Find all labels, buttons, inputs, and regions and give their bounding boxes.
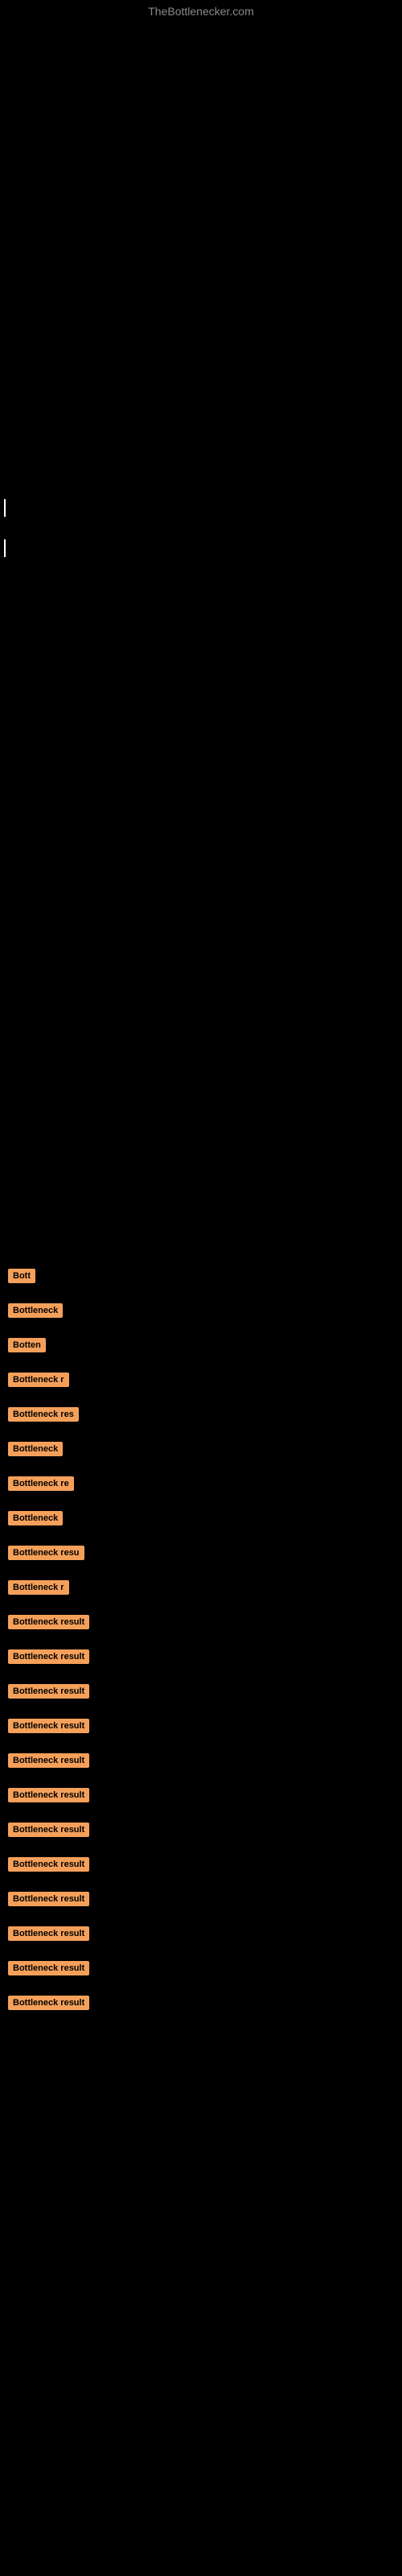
result-item-18: Bottleneck result [0, 1852, 402, 1880]
bottleneck-badge-20[interactable]: Bottleneck result [8, 1926, 89, 1941]
site-title: TheBottlenecker.com [148, 0, 254, 24]
bottleneck-badge-11[interactable]: Bottleneck result [8, 1615, 89, 1629]
result-item-9: Bottleneck resu [0, 1541, 402, 1569]
bottleneck-badge-21[interactable]: Bottleneck result [8, 1961, 89, 1975]
result-item-16: Bottleneck result [0, 1783, 402, 1811]
bottleneck-badge-7[interactable]: Bottleneck re [8, 1476, 74, 1491]
page-wrapper: TheBottlenecker.com Bott Bottleneck Bott… [0, 0, 402, 2058]
result-item-13: Bottleneck result [0, 1679, 402, 1707]
bottleneck-badge-17[interactable]: Bottleneck result [8, 1823, 89, 1837]
result-item-14: Bottleneck result [0, 1714, 402, 1742]
cursor-1 [4, 499, 6, 517]
result-item-10: Bottleneck r [0, 1575, 402, 1604]
main-black-area [0, 24, 402, 1264]
result-item-11: Bottleneck result [0, 1610, 402, 1638]
bottleneck-badge-13[interactable]: Bottleneck result [8, 1684, 89, 1699]
result-item-6: Bottleneck [0, 1437, 402, 1465]
header: TheBottlenecker.com [0, 0, 402, 24]
bottleneck-badge-19[interactable]: Bottleneck result [8, 1892, 89, 1906]
results-section: Bott Bottleneck Botten Bottleneck r Bott… [0, 1264, 402, 2058]
bottleneck-badge-15[interactable]: Bottleneck result [8, 1753, 89, 1768]
bottleneck-badge-10[interactable]: Bottleneck r [8, 1580, 69, 1595]
result-item-22: Bottleneck result [0, 1991, 402, 2019]
bottleneck-badge-2[interactable]: Bottleneck [8, 1303, 63, 1318]
result-item-21: Bottleneck result [0, 1956, 402, 1984]
bottleneck-badge-9[interactable]: Bottleneck resu [8, 1546, 84, 1560]
bottleneck-badge-22[interactable]: Bottleneck result [8, 1996, 89, 2010]
bottleneck-badge-16[interactable]: Bottleneck result [8, 1788, 89, 1802]
result-item-12: Bottleneck result [0, 1645, 402, 1673]
result-item-2: Bottleneck [0, 1298, 402, 1327]
bottleneck-badge-8[interactable]: Bottleneck [8, 1511, 63, 1525]
bottleneck-badge-4[interactable]: Bottleneck r [8, 1373, 69, 1387]
bottleneck-badge-18[interactable]: Bottleneck result [8, 1857, 89, 1872]
bottleneck-badge-3[interactable]: Botten [8, 1338, 46, 1352]
result-item-1: Bott [0, 1264, 402, 1292]
bottleneck-badge-12[interactable]: Bottleneck result [8, 1649, 89, 1664]
result-item-5: Bottleneck res [0, 1402, 402, 1430]
bottleneck-badge-5[interactable]: Bottleneck res [8, 1407, 79, 1422]
cursor-2 [4, 539, 6, 557]
result-item-19: Bottleneck result [0, 1887, 402, 1915]
bottleneck-badge-1[interactable]: Bott [8, 1269, 35, 1283]
result-item-15: Bottleneck result [0, 1748, 402, 1777]
bottleneck-badge-14[interactable]: Bottleneck result [8, 1719, 89, 1733]
result-item-8: Bottleneck [0, 1506, 402, 1534]
result-item-4: Bottleneck r [0, 1368, 402, 1396]
result-item-17: Bottleneck result [0, 1818, 402, 1846]
result-item-3: Botten [0, 1333, 402, 1361]
result-item-20: Bottleneck result [0, 1922, 402, 1950]
result-item-7: Bottleneck re [0, 1472, 402, 1500]
bottleneck-badge-6[interactable]: Bottleneck [8, 1442, 63, 1456]
